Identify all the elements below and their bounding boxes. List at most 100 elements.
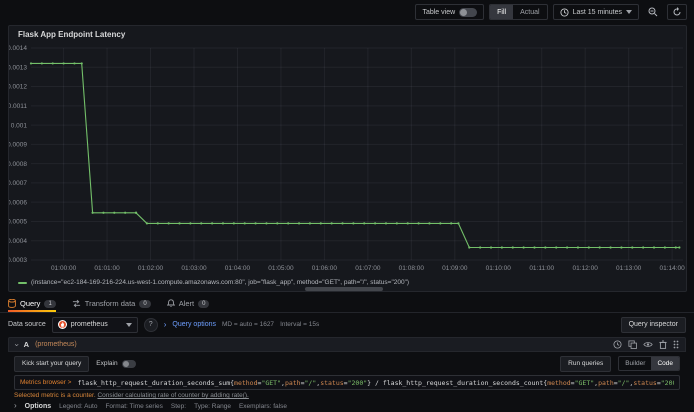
svg-text:0.0004: 0.0004: [9, 238, 27, 245]
svg-text:01:07:00: 01:07:00: [355, 265, 381, 272]
builder-button[interactable]: Builder: [619, 357, 651, 370]
bell-icon: [166, 299, 175, 307]
builder-code-group: Builder Code: [618, 356, 680, 371]
zoom-out-button[interactable]: [644, 4, 662, 20]
latency-chart[interactable]: 0.0003 0.0004 0.0005 0.0006 0.0007 0.0008 0.00…: [9, 43, 688, 275]
svg-text:01:12:00: 01:12:00: [573, 265, 599, 272]
svg-text:01:14:00: 01:14:00: [659, 265, 685, 272]
zoom-out-icon: [648, 7, 658, 17]
warning-rate-link[interactable]: Consider calculating rate of counter by …: [97, 392, 248, 399]
drag-handle-icon[interactable]: [673, 340, 679, 349]
prometheus-logo-icon: [57, 320, 67, 329]
collapse-chevron-icon[interactable]: ›: [12, 343, 21, 346]
editor-tabs: Query 1 Transform data 0 Alert 0: [8, 295, 210, 312]
svg-text:01:05:00: 01:05:00: [268, 265, 294, 272]
options-detail: Step:: [170, 402, 187, 410]
refresh-icon: [673, 7, 681, 16]
svg-text:0.0007: 0.0007: [9, 180, 27, 187]
tab-alert[interactable]: Alert 0: [166, 295, 210, 312]
options-detail: Exemplars: false: [238, 402, 287, 410]
legend-series-swatch: [18, 281, 27, 284]
clock-icon: [560, 7, 569, 17]
warning-text: Selected metric is a counter.: [14, 392, 96, 399]
svg-text:01:02:00: 01:02:00: [138, 265, 164, 272]
options-label: Options: [24, 402, 52, 410]
svg-text:0.0006: 0.0006: [9, 199, 27, 206]
panel-edit-toolbar: Table view Fill Actual Last 15 minutes: [0, 0, 694, 24]
tabs-divider: [0, 312, 694, 313]
counter-warning: Selected metric is a counter. Consider c…: [14, 392, 680, 399]
history-icon[interactable]: [613, 340, 622, 349]
svg-text:01:11:00: 01:11:00: [529, 265, 554, 272]
svg-text:0.0008: 0.0008: [9, 161, 27, 168]
svg-text:0.0014: 0.0014: [9, 45, 27, 52]
chevron-down-icon: [626, 10, 632, 14]
tab-transform-count: 0: [139, 299, 151, 308]
query-toolbar: Kick start your query Explain Run querie…: [8, 354, 686, 373]
options-detail: Format: Time series: [105, 402, 163, 410]
svg-text:01:04:00: 01:04:00: [225, 265, 251, 272]
tab-query-count: 1: [44, 299, 56, 308]
trash-icon[interactable]: [659, 340, 667, 349]
legend-series-label: (instance="ec2-184-169-216-224.us-west-1…: [31, 279, 410, 286]
datasource-value: prometheus: [70, 321, 108, 328]
svg-text:0.0013: 0.0013: [9, 64, 27, 71]
kick-start-query-button[interactable]: Kick start your query: [14, 355, 90, 372]
svg-text:01:09:00: 01:09:00: [442, 265, 468, 272]
database-icon: [8, 299, 16, 308]
svg-text:01:03:00: 01:03:00: [181, 265, 207, 272]
tab-transform-label: Transform data: [84, 299, 136, 308]
horizontal-scrollbar-thumb[interactable]: [305, 287, 383, 291]
latency-panel: Flask App Endpoint Latency 0.0003 0.0004 0…: [8, 25, 687, 292]
code-button[interactable]: Code: [651, 357, 679, 370]
run-queries-button[interactable]: Run queries: [560, 355, 612, 372]
metrics-browser-toggle[interactable]: Metrics browser >: [20, 379, 71, 386]
query-options-toggle[interactable]: Query options: [172, 321, 216, 328]
table-view-toggle[interactable]: [459, 7, 478, 17]
options-chevron-icon[interactable]: ›: [14, 402, 17, 410]
datasource-row: Data source prometheus ? › Query options…: [8, 315, 686, 334]
svg-text:01:08:00: 01:08:00: [399, 265, 425, 272]
query-row-header[interactable]: › A (prometheus): [8, 337, 686, 352]
interval-detail: Interval = 15s: [280, 321, 320, 328]
table-view-label: Table view: [422, 8, 456, 16]
svg-text:0.0005: 0.0005: [9, 219, 27, 226]
svg-text:0.0003: 0.0003: [9, 257, 27, 264]
svg-text:01:13:00: 01:13:00: [616, 265, 642, 272]
options-detail: Legend: Auto: [59, 402, 98, 410]
fill-actual-group: Fill Actual: [489, 4, 548, 20]
time-range-picker[interactable]: Last 15 minutes: [552, 4, 639, 20]
svg-text:01:00:00: 01:00:00: [51, 265, 77, 272]
refresh-button[interactable]: [667, 4, 687, 20]
actual-button[interactable]: Actual: [513, 5, 546, 19]
tab-transform-data[interactable]: Transform data 0: [72, 295, 151, 312]
options-detail: Type: Range: [194, 402, 231, 410]
time-range-label: Last 15 minutes: [572, 8, 622, 16]
eye-icon[interactable]: [643, 340, 653, 349]
datasource-select[interactable]: prometheus: [51, 316, 138, 333]
svg-text:01:10:00: 01:10:00: [486, 265, 512, 272]
explain-toggle[interactable]: [121, 359, 136, 368]
svg-text:0.0012: 0.0012: [9, 84, 27, 91]
svg-text:0.0011: 0.0011: [9, 103, 27, 110]
fill-button[interactable]: Fill: [490, 5, 514, 19]
copy-icon[interactable]: [628, 340, 637, 349]
transform-icon: [72, 299, 80, 308]
query-inspector-button[interactable]: Query inspector: [620, 316, 686, 333]
chevron-down-icon: [125, 322, 132, 327]
promql-editor[interactable]: Metrics browser > flask_http_request_dur…: [14, 375, 680, 390]
datasource-label: Data source: [8, 321, 46, 328]
panel-title: Flask App Endpoint Latency: [18, 30, 126, 39]
svg-text:0.001: 0.001: [11, 122, 28, 129]
options-row[interactable]: › Options Legend: Auto Format: Time serie…: [14, 402, 680, 410]
explain-control: Explain: [96, 359, 136, 368]
explain-label: Explain: [96, 360, 118, 367]
table-view-group[interactable]: Table view: [415, 4, 485, 20]
promql-expression[interactable]: flask_http_request_duration_seconds_sum{…: [77, 379, 674, 387]
datasource-help-button[interactable]: ?: [143, 317, 158, 332]
tab-query[interactable]: Query 1: [8, 295, 56, 312]
query-options-detail: MD = auto = 1627: [222, 321, 275, 328]
chevron-right-icon: ›: [163, 319, 167, 329]
svg-text:01:01:00: 01:01:00: [94, 265, 120, 272]
query-ref-id: A: [23, 340, 30, 349]
